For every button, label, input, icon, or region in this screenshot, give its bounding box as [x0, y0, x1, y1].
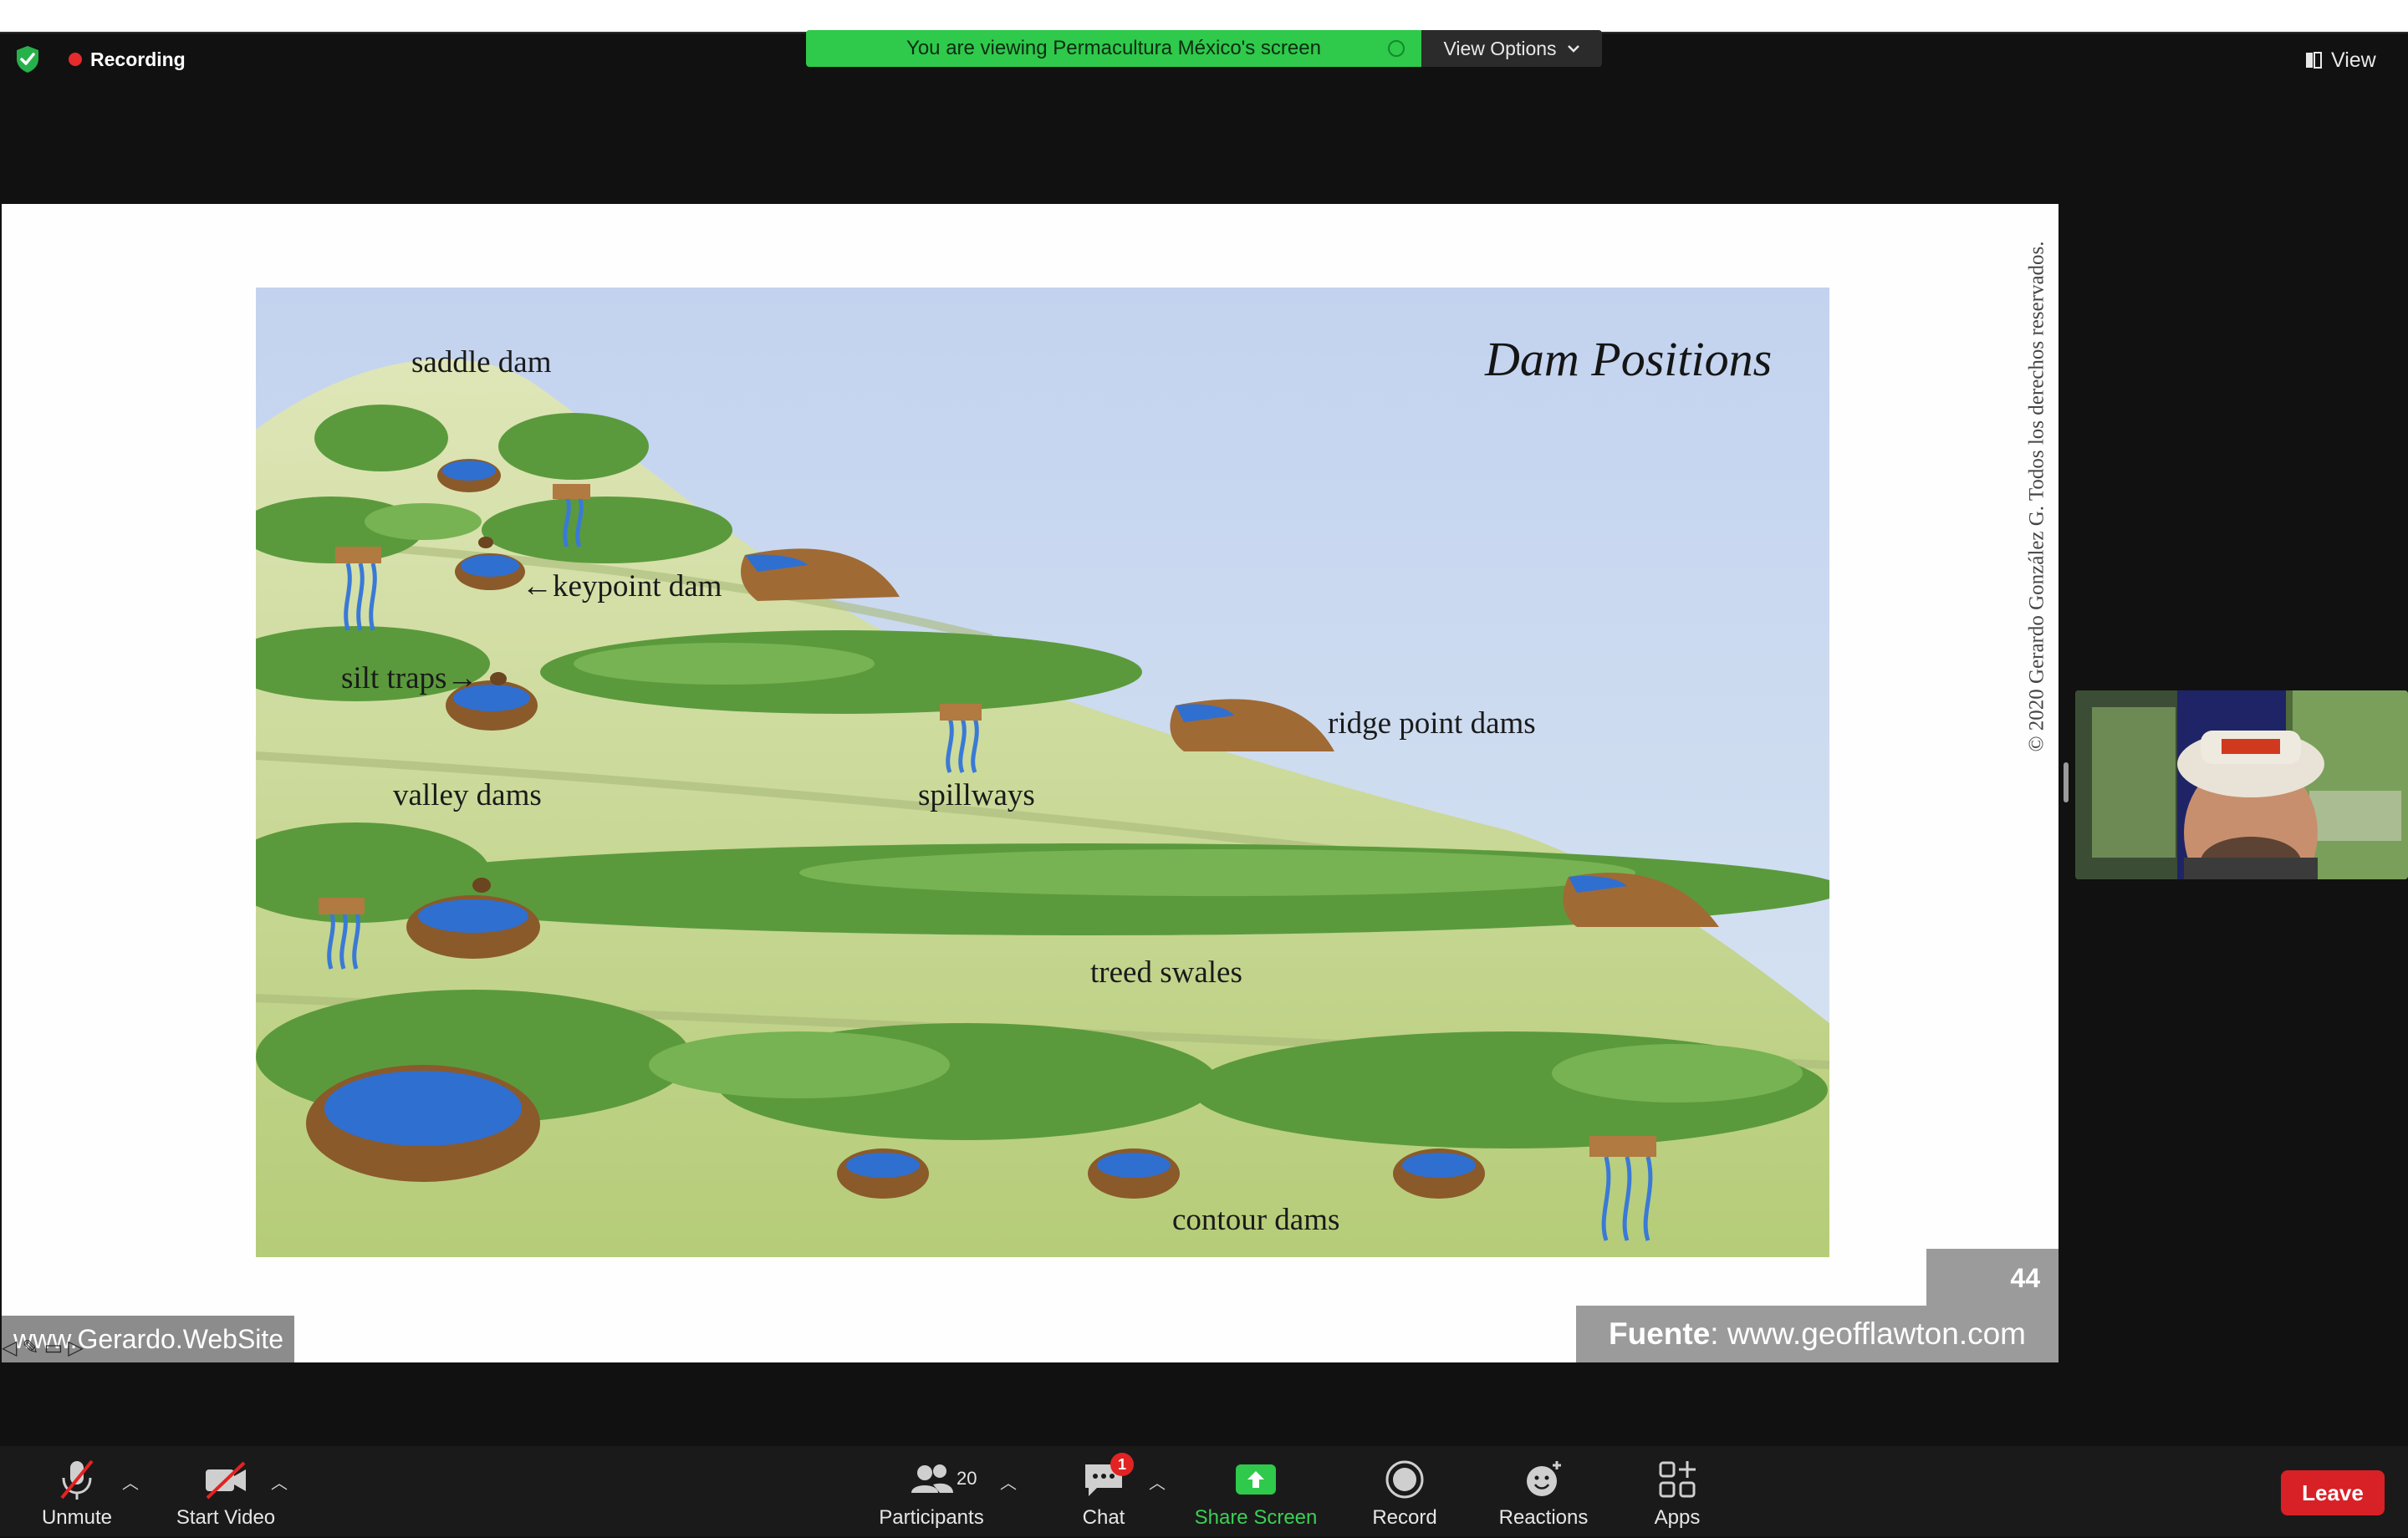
microphone-muted-icon — [54, 1456, 100, 1503]
next-arrow-icon[interactable]: ▷ — [68, 1336, 83, 1361]
slide-page-number: 44 — [1926, 1249, 2059, 1307]
record-button[interactable]: Record — [1338, 1453, 1472, 1533]
chat-unread-badge: 1 — [1110, 1453, 1134, 1476]
view-button[interactable]: View — [2304, 45, 2376, 75]
dam-positions-diagram: Dam Positions saddle dam ←keypoint dam s… — [256, 288, 1829, 1257]
source-url: : www.geofflawton.com — [1710, 1316, 2026, 1351]
participants-count: 20 — [957, 1468, 977, 1489]
label-valley-dams: valley dams — [393, 778, 542, 812]
participants-button[interactable]: Participants — [865, 1453, 998, 1533]
recording-label: Recording — [90, 48, 186, 70]
label-contour-dams: contour dams — [1172, 1203, 1340, 1237]
landscape-illustration — [256, 288, 1829, 1257]
view-options-label: View Options — [1443, 37, 1557, 59]
reactions-label: Reactions — [1498, 1506, 1589, 1529]
record-label: Record — [1372, 1506, 1437, 1529]
chevron-down-icon — [1567, 45, 1579, 53]
label-saddle-dam: saddle dam — [411, 345, 552, 379]
reactions-icon — [1520, 1456, 1567, 1503]
pen-icon[interactable]: ✎ — [22, 1336, 38, 1361]
participants-label: Participants — [879, 1506, 984, 1529]
participants-options-caret-icon[interactable]: ︿ — [1000, 1469, 1017, 1494]
label-spillways: spillways — [918, 778, 1035, 812]
start-video-label: Start Video — [176, 1506, 276, 1529]
shield-icon[interactable] — [15, 45, 40, 74]
share-status-icon — [1388, 40, 1405, 57]
source-prefix: Fuente — [1609, 1316, 1711, 1351]
share-screen-button[interactable]: Share Screen — [1189, 1453, 1323, 1533]
source-credit: Fuente: www.geofflawton.com — [1576, 1306, 2059, 1362]
participants-icon — [908, 1456, 955, 1503]
share-banner-text: You are viewing Permacultura México's sc… — [906, 37, 1321, 59]
chat-options-caret-icon[interactable]: ︿ — [1149, 1469, 1166, 1494]
view-label: View — [2331, 48, 2376, 72]
slides-icon[interactable]: ▭ — [44, 1336, 64, 1361]
leave-button[interactable]: Leave — [2281, 1470, 2385, 1515]
participant-video-thumbnail[interactable] — [2075, 690, 2408, 879]
chat-label: Chat — [1082, 1506, 1125, 1529]
shared-slide: Dam Positions saddle dam ←keypoint dam s… — [2, 204, 2059, 1362]
participant-video-frame — [2075, 690, 2408, 879]
share-screen-icon — [1232, 1456, 1279, 1503]
label-keypoint-dam: ←keypoint dam — [522, 569, 722, 603]
share-screen-label: Share Screen — [1194, 1506, 1318, 1529]
recording-dot-icon — [69, 53, 82, 66]
apps-button[interactable]: Apps — [1610, 1453, 1744, 1533]
screen-share-banner: You are viewing Permacultura México's sc… — [806, 30, 1421, 67]
apps-label: Apps — [1654, 1506, 1701, 1529]
diagram-title: Dam Positions — [1485, 332, 1773, 386]
prev-arrow-icon[interactable]: ◁ — [2, 1336, 17, 1361]
label-treed-swales: treed swales — [1090, 955, 1242, 990]
layout-icon — [2306, 52, 2322, 69]
panel-resize-handle[interactable] — [2064, 762, 2069, 802]
copyright-text: © 2020 Gerardo González G. Todos los der… — [2026, 241, 2048, 752]
slide-nav-controls[interactable]: ◁ ✎ ▭ ▷ — [2, 1336, 84, 1361]
copyright-notice: © 2020 Gerardo González G. Todos los der… — [2018, 204, 2057, 789]
video-options-caret-icon[interactable]: ︿ — [271, 1469, 288, 1494]
recording-indicator[interactable]: Recording — [69, 47, 186, 72]
label-ridge-point-dams: ridge point dams — [1328, 706, 1536, 741]
apps-icon — [1654, 1456, 1701, 1503]
audio-options-caret-icon[interactable]: ︿ — [122, 1469, 139, 1494]
view-options-button[interactable]: View Options — [1421, 30, 1602, 67]
reactions-button[interactable]: Reactions — [1477, 1453, 1610, 1533]
video-off-icon — [202, 1456, 249, 1503]
label-silt-traps: silt traps→ — [341, 661, 478, 695]
unmute-label: Unmute — [41, 1506, 113, 1529]
record-icon — [1381, 1456, 1428, 1503]
